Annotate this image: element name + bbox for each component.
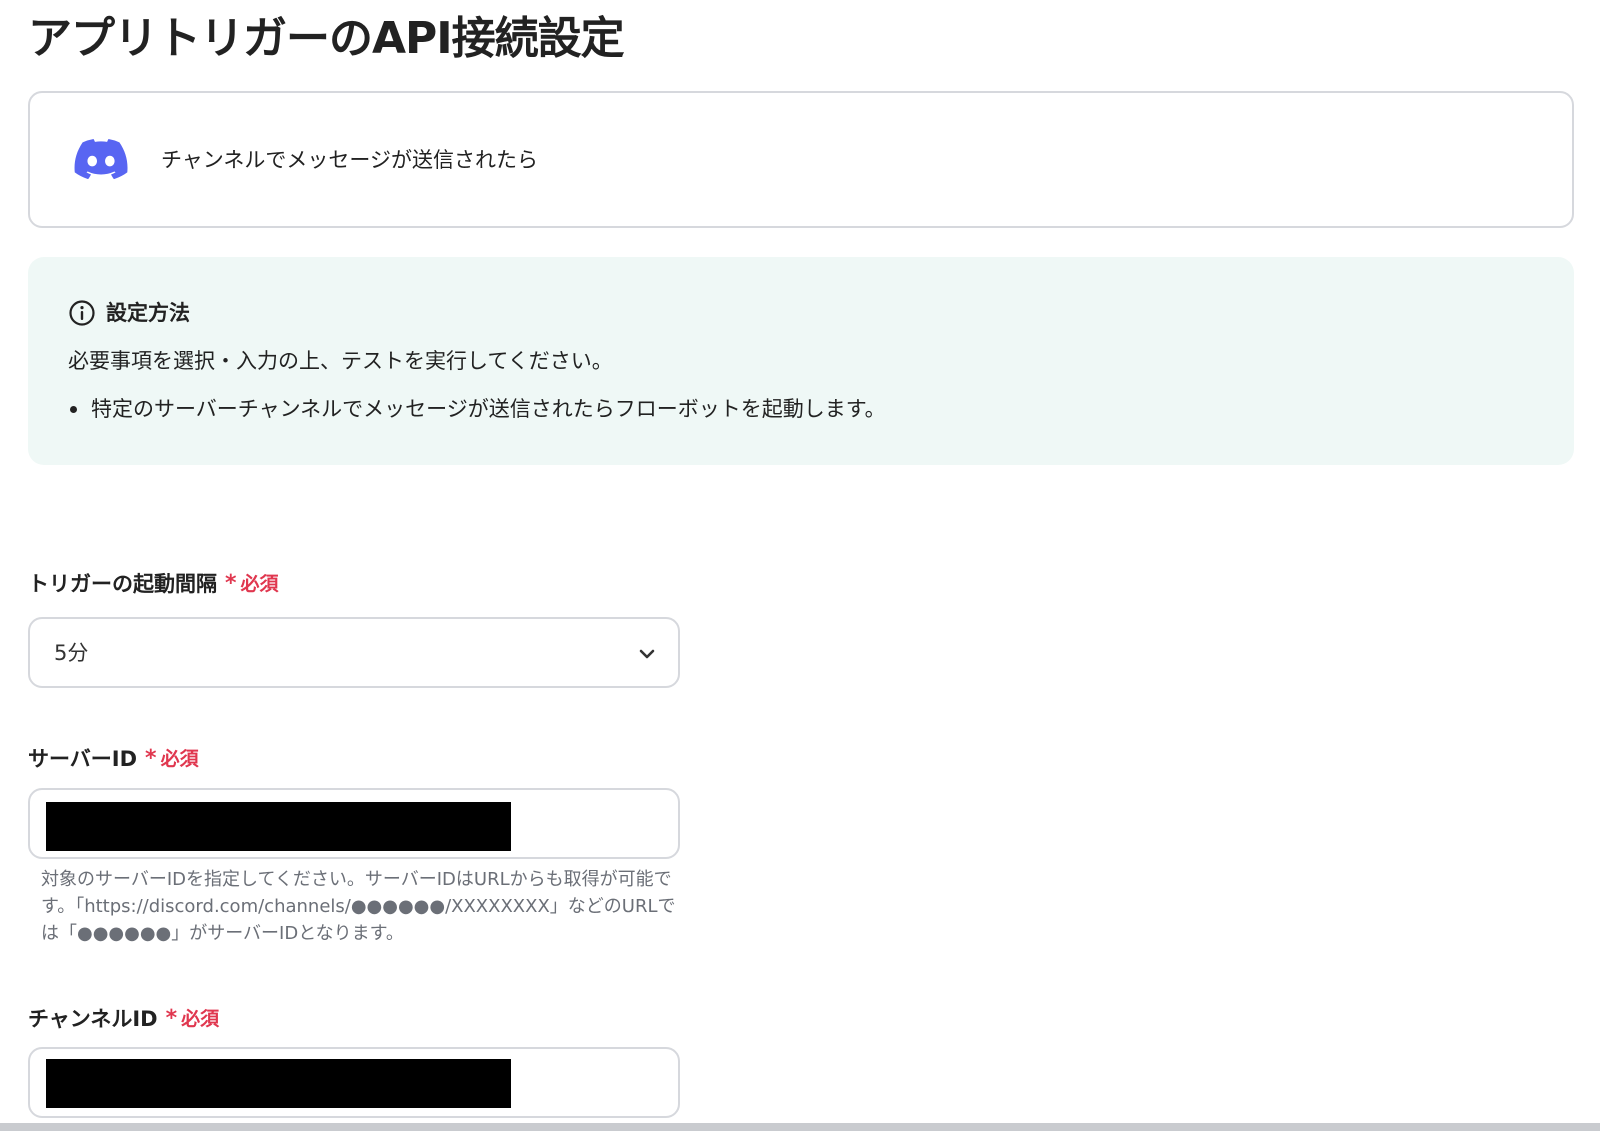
trigger-action-label: チャンネルでメッセージが送信されたら	[161, 148, 538, 172]
required-asterisk: *	[225, 571, 237, 596]
discord-icon	[74, 139, 128, 179]
required-badge: 必須	[160, 748, 199, 770]
required-badge: 必須	[240, 573, 279, 595]
channel-id-label-row: チャンネルID * 必須	[28, 1004, 219, 1034]
channel-id-label: チャンネルID	[28, 1007, 158, 1031]
redacted-value	[46, 802, 511, 851]
interval-label-row: トリガーの起動間隔 * 必須	[28, 569, 279, 599]
interval-select[interactable]: 5分	[28, 617, 680, 688]
setup-instructions-box: 設定方法 必要事項を選択・入力の上、テストを実行してください。 特定のサーバーチ…	[28, 257, 1574, 465]
instructions-bullet-text: 特定のサーバーチャンネルでメッセージが送信されたらフローボットを起動します。	[91, 397, 886, 421]
server-id-input[interactable]	[28, 788, 680, 859]
server-id-help-text: 対象のサーバーIDを指定してください。サーバーIDはURLからも取得が可能です。…	[41, 869, 676, 944]
page-title: アプリトリガーのAPI接続設定	[28, 13, 625, 64]
channel-id-input[interactable]	[28, 1047, 680, 1118]
bullet-dot	[70, 405, 77, 413]
instructions-bullet-item: 特定のサーバーチャンネルでメッセージが送信されたらフローボットを起動します。	[68, 393, 886, 425]
app-trigger-card: チャンネルでメッセージが送信されたら	[28, 91, 1574, 228]
instructions-title: 設定方法	[106, 301, 190, 325]
redacted-value	[46, 1059, 511, 1108]
server-id-label-row: サーバーID * 必須	[28, 744, 199, 774]
required-asterisk: *	[145, 746, 157, 771]
instructions-text: 必要事項を選択・入力の上、テストを実行してください。	[68, 349, 613, 373]
horizontal-scrollbar[interactable]	[0, 1123, 1600, 1131]
info-icon	[69, 300, 95, 326]
required-badge: 必須	[181, 1008, 220, 1030]
chevron-down-icon	[639, 649, 655, 659]
required-asterisk: *	[165, 1006, 178, 1031]
server-id-label: サーバーID	[28, 747, 138, 771]
interval-select-value: 5分	[54, 641, 89, 665]
interval-label: トリガーの起動間隔	[28, 572, 217, 596]
